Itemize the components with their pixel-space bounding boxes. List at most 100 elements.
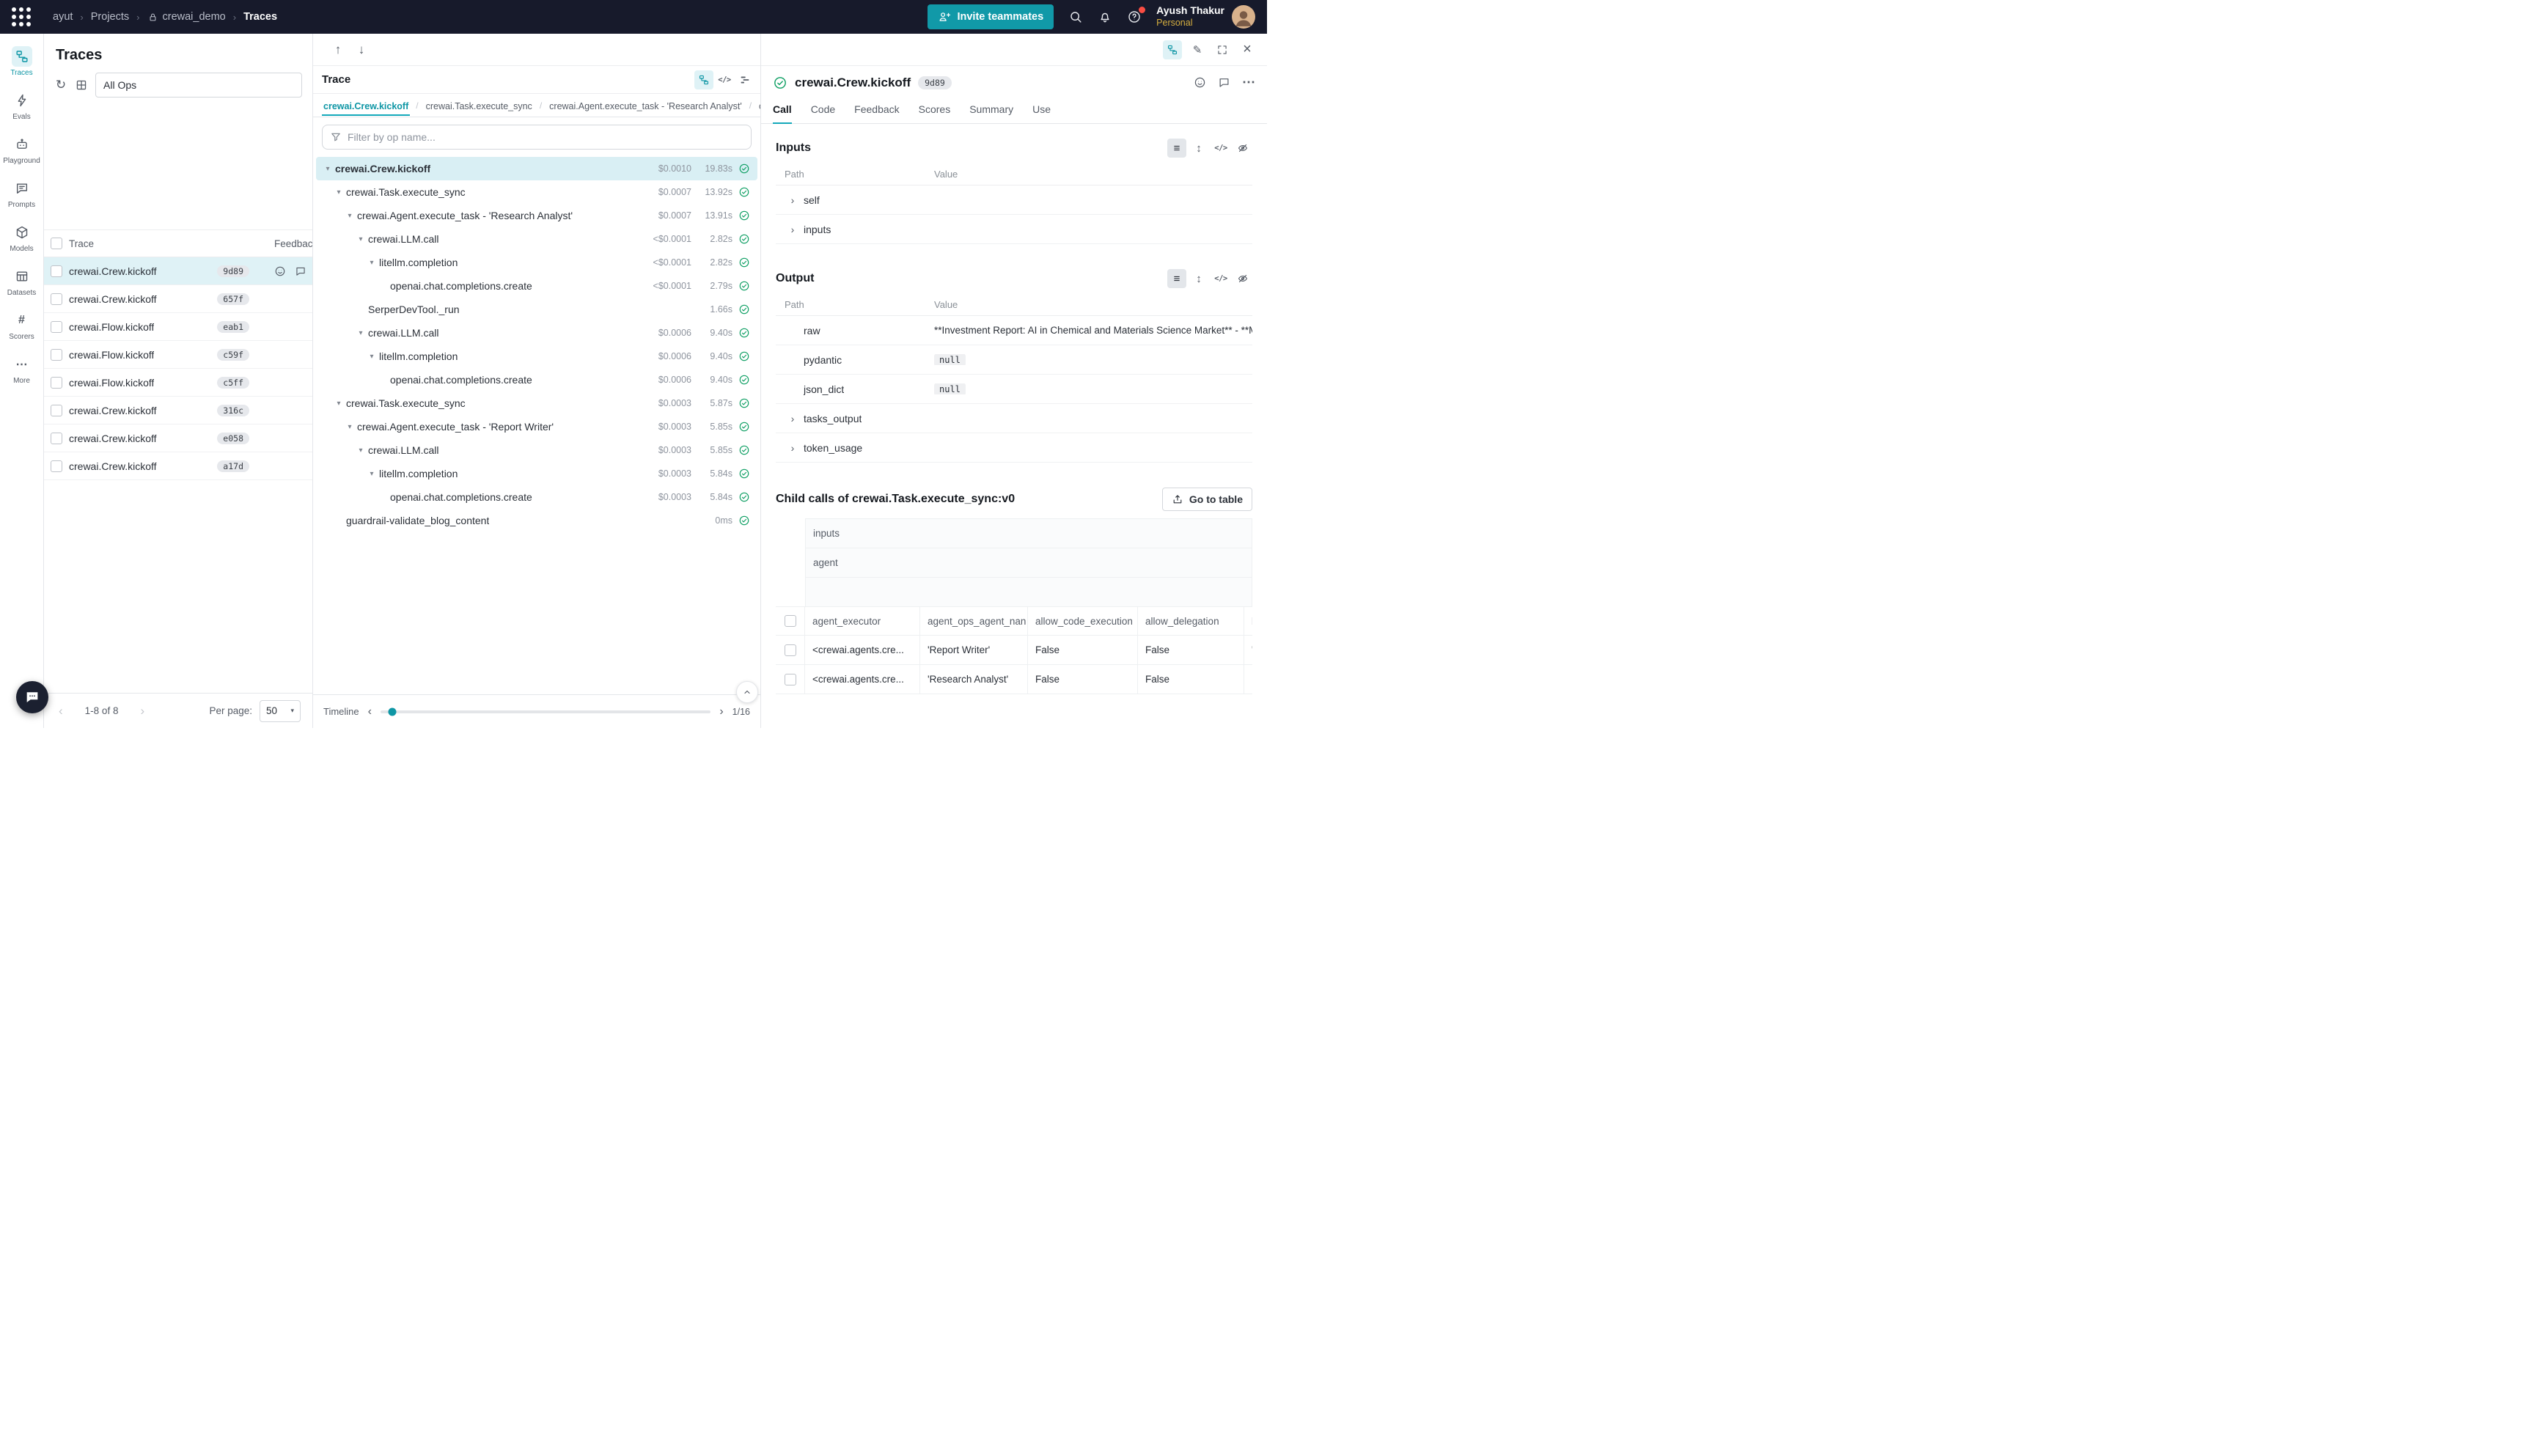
sidebar-item-models[interactable]: Models [1,218,43,257]
ops-filter-select[interactable]: All Ops [95,73,302,98]
help-button[interactable] [1127,10,1142,24]
trace-path-tab[interactable]: crewai.Agent.execute_task - 'Research An… [548,95,743,116]
row-checkbox[interactable] [785,644,796,656]
trace-row[interactable]: crewai.Crew.kickoff657f [44,285,312,313]
trace-tree-node[interactable]: ▾crewai.Agent.execute_task - 'Research A… [316,204,757,227]
tab-use[interactable]: Use [1032,96,1051,124]
sidebar-item-traces[interactable]: Traces [1,43,43,81]
row-checkbox[interactable] [51,433,62,444]
trace-row[interactable]: crewai.Flow.kickoffc5ff [44,369,312,397]
chevron-right-icon[interactable]: › [785,413,801,424]
chevron-down-icon[interactable]: ▾ [344,423,356,431]
trace-row[interactable]: crewai.Crew.kickoff316c [44,397,312,424]
trace-tree-node[interactable]: ▾crewai.LLM.call<$0.00012.82s [316,227,757,251]
trace-tree-node[interactable]: ▾crewai.Task.execute_sync$0.000713.92s [316,180,757,204]
trace-path-tab[interactable]: crewai.Task.execute_sync [425,95,534,116]
chat-launcher-button[interactable] [16,681,48,713]
column-header[interactable]: allow_delegation [1138,606,1244,636]
view-code-button[interactable]: </> [1211,139,1230,158]
expand-all-button[interactable]: ↕ [1189,269,1208,288]
avatar[interactable] [1232,5,1255,29]
sidebar-item-datasets[interactable]: Datasets [1,262,43,301]
trace-row[interactable]: crewai.Flow.kickoffc59f [44,341,312,369]
next-page-button[interactable]: › [137,704,147,718]
row-checkbox[interactable] [51,265,62,277]
trace-tree-node[interactable]: openai.chat.completions.create<$0.00012.… [316,274,757,298]
trace-tree-node[interactable]: ▾litellm.completion$0.00069.40s [316,345,757,368]
bell-icon[interactable] [1098,10,1112,24]
child-call-row[interactable]: <crewai.agents.cre...'Research Analyst'F… [776,665,1252,694]
emoji-feedback-icon[interactable] [1194,76,1206,89]
chevron-down-icon[interactable]: ▾ [366,353,378,361]
view-code-button[interactable]: </> [1211,269,1230,288]
chevron-right-icon[interactable]: › [785,194,801,206]
trace-tree-node[interactable]: ▾crewai.Agent.execute_task - 'Report Wri… [316,415,757,438]
trace-tree-node[interactable]: openai.chat.completions.create$0.00069.4… [316,368,757,391]
close-button[interactable]: × [1238,40,1257,59]
chevron-down-icon[interactable]: ▾ [355,446,367,455]
kv-row[interactable]: ›tasks_output [776,404,1252,433]
select-all-checkbox[interactable] [51,238,62,249]
sidebar-item-prompts[interactable]: Prompts [1,174,43,213]
kv-row[interactable]: ›self [776,185,1252,215]
kv-row[interactable]: ›token_usage [776,433,1252,463]
row-checkbox[interactable] [785,674,796,685]
chevron-down-icon[interactable]: ▾ [333,188,345,196]
chevron-down-icon[interactable]: ▾ [322,165,334,173]
trace-row[interactable]: crewai.Crew.kickoff9d89 [44,257,312,285]
sidebar-item-scorers[interactable]: #Scorers [1,306,43,345]
timeline-slider[interactable] [381,710,710,713]
chevron-down-icon[interactable]: ▾ [366,259,378,267]
tab-feedback[interactable]: Feedback [854,96,899,124]
call-id-badge[interactable]: 9d89 [918,76,952,89]
edit-button[interactable]: ✎ [1188,40,1207,59]
column-header[interactable]: agent_ops_agent_nan [920,606,1028,636]
trace-row[interactable]: crewai.Crew.kickoffa17d [44,452,312,480]
prev-page-button[interactable]: ‹ [56,704,66,718]
go-to-table-button[interactable]: Go to table [1162,488,1252,511]
hide-values-button[interactable] [1233,269,1252,288]
chevron-right-icon[interactable]: › [785,224,801,235]
breadcrumb-projects[interactable]: Projects [91,11,129,23]
chevron-down-icon[interactable]: ▾ [333,400,345,408]
trace-tree-node[interactable]: SerperDevTool._run1.66s [316,298,757,321]
more-options-icon[interactable]: ⋯ [1242,75,1255,90]
search-icon[interactable] [1068,10,1083,24]
breadcrumb-entity[interactable]: ayut [53,11,73,23]
trace-path-tab[interactable]: crewai.Crew.kickoff [322,95,410,116]
trace-row[interactable]: crewai.Crew.kickoffe058 [44,424,312,452]
timeline-next-button[interactable]: › [719,705,723,718]
trace-layout-button[interactable] [1163,40,1182,59]
tree-view-button[interactable] [694,70,713,89]
breadcrumb-project[interactable]: crewai_demo [163,11,226,23]
column-header-trace[interactable]: Trace [69,238,268,249]
trace-tree-node[interactable]: ▾crewai.LLM.call$0.00035.85s [316,438,757,462]
invite-teammates-button[interactable]: Invite teammates [928,4,1054,29]
trace-tree-node[interactable]: ▾crewai.Task.execute_sync$0.00035.87s [316,391,757,415]
chevron-down-icon[interactable]: ▾ [366,470,378,478]
scroll-top-button[interactable] [736,681,758,703]
timeline-view-button[interactable] [735,70,754,89]
user-menu[interactable]: Ayush Thakur Personal [1156,4,1255,29]
hide-values-button[interactable] [1233,139,1252,158]
row-checkbox[interactable] [51,460,62,472]
chevron-down-icon[interactable]: ▾ [355,235,367,243]
chevron-down-icon[interactable]: ▾ [355,329,367,337]
expand-all-button[interactable]: ↕ [1189,139,1208,158]
chevron-right-icon[interactable]: › [785,442,801,454]
sidebar-item-playground[interactable]: Playground [1,130,43,169]
trace-tree-node[interactable]: guardrail-validate_blog_content0ms [316,509,757,532]
op-filter-input[interactable] [348,131,743,143]
column-header[interactable]: allow_code_execution [1028,606,1138,636]
trace-row[interactable]: crewai.Flow.kickoffeab1 [44,313,312,341]
tab-call[interactable]: Call [773,96,792,124]
comment-feedback-icon[interactable] [295,265,306,277]
kv-row[interactable]: ›inputs [776,215,1252,244]
previous-call-button[interactable]: ↑ [331,43,345,57]
per-page-select[interactable]: 50 ▾ [260,700,301,722]
row-checkbox[interactable] [51,377,62,389]
timeline-prev-button[interactable]: ‹ [368,705,372,718]
view-list-button[interactable]: ≡ [1167,269,1186,288]
column-header[interactable]: agent_executor [805,606,920,636]
trace-tree-node[interactable]: ▾crewai.LLM.call$0.00069.40s [316,321,757,345]
